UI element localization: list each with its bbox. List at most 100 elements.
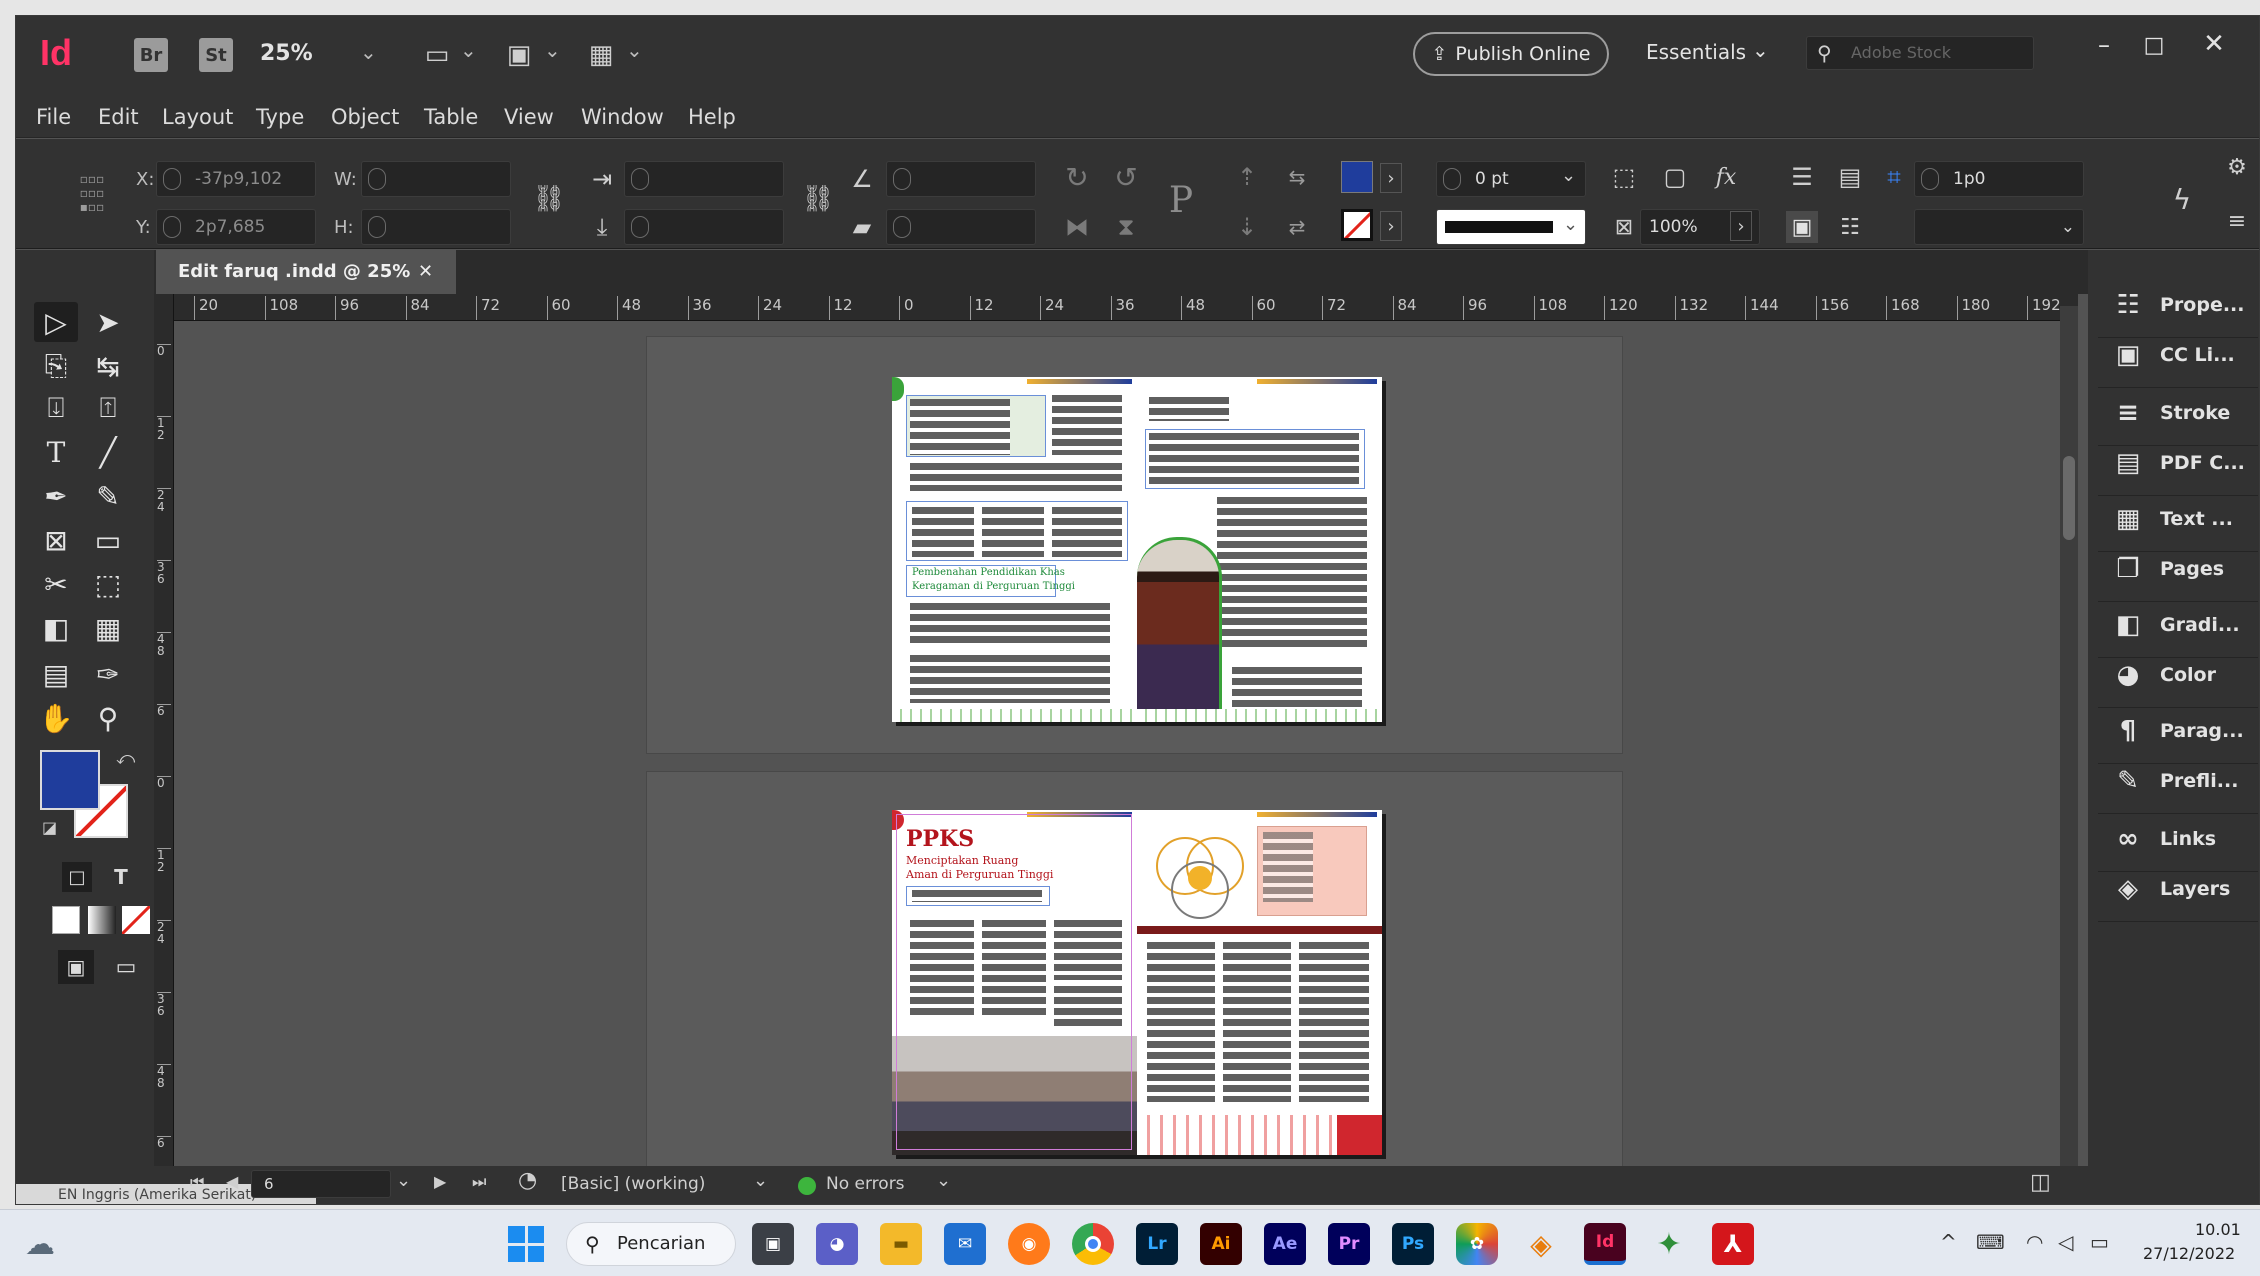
workspace-chevron-icon[interactable]: ⌄ [1752, 38, 1769, 62]
auto-fit-icon[interactable]: ⬚ [1608, 161, 1640, 193]
w-spinner-icon[interactable] [368, 168, 386, 190]
effects-fx-icon[interactable]: fx [1708, 161, 1744, 193]
previous-page-icon[interactable]: ◀ [226, 1172, 238, 1191]
height-field[interactable] [361, 209, 511, 245]
rotate-clockwise-icon[interactable]: ↻ [1061, 161, 1093, 194]
after-effects-icon[interactable]: Ae [1264, 1223, 1306, 1265]
drop-shadow-icon[interactable]: ▢ [1659, 161, 1691, 193]
lightroom-icon[interactable]: Lr [1136, 1223, 1178, 1265]
menu-table[interactable]: Table [424, 96, 478, 138]
page-number-field[interactable]: 6 [251, 1170, 391, 1198]
extra-dropdown-field[interactable]: ⌄ [1914, 209, 2084, 245]
volume-icon[interactable]: ◁ [2058, 1230, 2073, 1254]
publish-online-button[interactable]: ⇪ Publish Online [1413, 32, 1609, 76]
swap-fill-stroke-icon[interactable]: ⤺ [116, 748, 135, 769]
align-bottom-icon[interactable]: ☷ [1834, 211, 1866, 243]
rectangle-tool-icon[interactable]: ▭ [86, 520, 130, 560]
apply-color-icon[interactable] [52, 906, 80, 934]
bridge-button[interactable]: Br [134, 38, 168, 72]
maps-app-icon[interactable]: ✦ [1648, 1223, 1690, 1265]
type-tool-icon[interactable]: T [34, 432, 78, 472]
column-gutter-icon[interactable]: ⌗ [1878, 161, 1910, 193]
stroke-swatch[interactable] [1341, 209, 1373, 241]
scale-x-field[interactable] [624, 161, 784, 197]
maximize-icon[interactable]: □ [2134, 30, 2174, 60]
zoom-dropdown-chevron-icon[interactable]: ⌄ [360, 40, 377, 64]
arrange-documents-icon[interactable]: ▦ [582, 40, 620, 70]
tray-chevron-icon[interactable]: ^ [1940, 1230, 1957, 1254]
page-right-1[interactable] [1137, 377, 1382, 722]
style-chevron-icon[interactable]: ⌄ [753, 1170, 768, 1191]
y-position-field[interactable]: 2p7,685 [156, 209, 316, 245]
constrain-scale-icon[interactable]: ⛓ [800, 181, 836, 217]
stroke-weight-chevron-icon[interactable]: ⌄ [1561, 165, 1576, 186]
select-content-icon[interactable]: ⇣ [1231, 211, 1263, 243]
control-panel-menu-icon[interactable]: ≡ [2221, 205, 2253, 237]
file-explorer-icon[interactable]: ▬ [880, 1223, 922, 1265]
page-right-2[interactable] [1137, 810, 1382, 1155]
gradient-feather-tool-icon[interactable]: ▦ [86, 608, 130, 648]
apply-none-icon[interactable] [122, 906, 150, 934]
select-container-icon[interactable]: ⇡ [1231, 161, 1263, 193]
gap-tool-icon[interactable]: ↹ [86, 346, 130, 386]
fill-swatch[interactable] [1341, 161, 1373, 193]
screen-mode-icon[interactable]: ▣ [500, 40, 538, 70]
close-window-icon[interactable]: ✕ [2194, 26, 2234, 62]
shear-field[interactable] [886, 209, 1036, 245]
task-view-icon[interactable]: ▣ [752, 1223, 794, 1265]
photos-icon[interactable]: ✿ [1456, 1223, 1498, 1265]
note-tool-icon[interactable]: ▤ [34, 654, 78, 694]
rotation-field[interactable] [886, 161, 1036, 197]
weather-icon[interactable]: ☁ [18, 1222, 62, 1266]
constrain-proportions-icon[interactable]: ⛓ [531, 181, 567, 217]
flip-horizontal-icon[interactable]: ⧓ [1061, 211, 1093, 243]
shear-spinner-icon[interactable] [893, 216, 911, 238]
panel-cc-libraries[interactable]: ▣ CC Li... [2098, 322, 2258, 388]
open-page-icon[interactable]: ◔ [518, 1168, 537, 1193]
scale-y-spinner-icon[interactable] [631, 216, 649, 238]
clock-date[interactable]: 27/12/2022 [2143, 1244, 2235, 1263]
indesign-taskbar-icon[interactable]: Id [1584, 1223, 1626, 1265]
scrollbar-thumb[interactable] [2063, 456, 2075, 540]
rotation-spinner-icon[interactable] [893, 168, 911, 190]
menu-file[interactable]: File [36, 96, 71, 138]
gutter-spinner-icon[interactable] [1921, 168, 1939, 190]
reference-point-icon[interactable]: ▫▫▫ ▫▫▫ ▪▫▫ [68, 169, 116, 217]
line-tool-icon[interactable]: ╱ [86, 432, 130, 472]
text-frame-options-icon[interactable]: ▣ [1786, 211, 1818, 243]
mail-icon[interactable]: ✉ [944, 1223, 986, 1265]
direct-selection-tool-icon[interactable]: ➤ [86, 302, 130, 342]
panel-preflight[interactable]: ✎ Prefli... [2098, 748, 2258, 814]
quick-apply-icon[interactable]: ϟ [2166, 181, 2198, 217]
preflight-status[interactable]: No errors [826, 1174, 905, 1194]
fill-color-box[interactable] [40, 750, 100, 810]
free-transform-tool-icon[interactable]: ⬚ [86, 564, 130, 604]
eyedropper-tool-icon[interactable]: ✑ [86, 654, 130, 694]
formatting-text-icon[interactable]: T [106, 862, 136, 892]
selection-tool-icon[interactable]: ▷ [34, 302, 78, 342]
hand-tool-icon[interactable]: ✋ [34, 698, 78, 738]
taskbar-search[interactable]: ⚲ Pencarian [566, 1222, 736, 1266]
preflight-chevron-icon[interactable]: ⌄ [936, 1170, 951, 1191]
content-collector-icon[interactable]: ⍗ [34, 388, 78, 428]
content-placer-icon[interactable]: ⍐ [86, 388, 130, 428]
stock-button[interactable]: St [199, 38, 233, 72]
menu-edit[interactable]: Edit [98, 96, 139, 138]
control-settings-gear-icon[interactable]: ⚙ [2221, 151, 2253, 183]
stroke-type-selector[interactable]: ⌄ [1436, 209, 1586, 245]
document-tab[interactable]: Edit faruq .indd @ 25% ✕ [156, 250, 456, 294]
minimize-icon[interactable]: – [2084, 30, 2124, 60]
scale-y-field[interactable] [624, 209, 784, 245]
illustrator-icon[interactable]: Ai [1200, 1223, 1242, 1265]
zoom-tool-icon[interactable]: ⚲ [86, 698, 130, 738]
formatting-container-icon[interactable]: □ [62, 862, 92, 892]
x-position-field[interactable]: -37p9,102 [156, 161, 316, 197]
workspace-switcher[interactable]: Essentials [1646, 40, 1746, 64]
pencil-tool-icon[interactable]: ✎ [86, 476, 130, 516]
menu-help[interactable]: Help [688, 96, 736, 138]
menu-type[interactable]: Type [256, 96, 304, 138]
y-spinner-icon[interactable] [163, 216, 181, 238]
align-top-icon[interactable]: ☰ [1786, 161, 1818, 193]
scale-x-spinner-icon[interactable] [631, 168, 649, 190]
first-page-icon[interactable]: ⏮ [190, 1172, 204, 1192]
